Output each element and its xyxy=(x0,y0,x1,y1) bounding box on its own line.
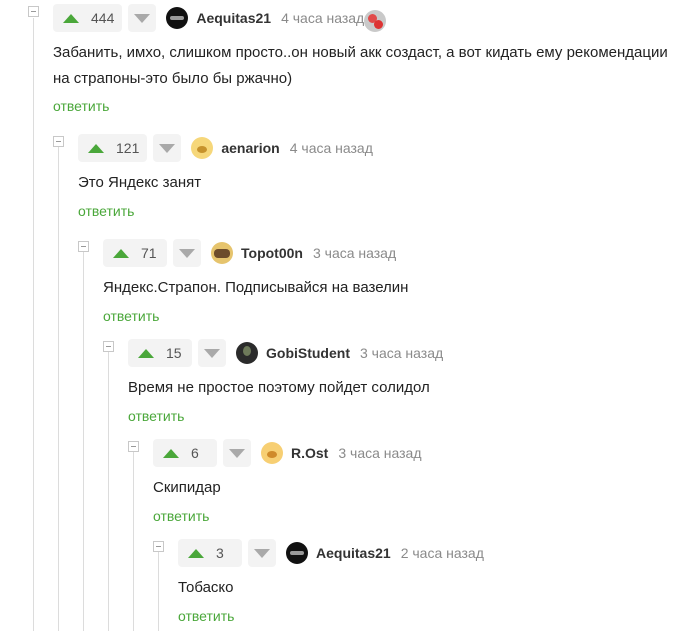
timestamp[interactable]: 3 часа назад xyxy=(338,445,421,461)
comment-text-line-1: Время не простое поэтому пойдет солидол xyxy=(128,379,430,396)
reply-link[interactable]: ответить xyxy=(178,608,234,624)
username[interactable]: Topot00n xyxy=(241,245,303,261)
collapse-icon[interactable] xyxy=(53,136,64,147)
arrow-up-icon[interactable] xyxy=(88,143,104,153)
comment-text-line-1: Это Яндекс занят xyxy=(78,174,202,191)
arrow-up-icon[interactable] xyxy=(63,13,79,23)
avatar[interactable] xyxy=(191,137,214,159)
timestamp[interactable]: 4 часа назад xyxy=(290,140,373,156)
downvote-button[interactable] xyxy=(128,4,157,32)
vote-count: 71 xyxy=(141,245,157,261)
vote-box: 71 xyxy=(103,239,167,267)
timestamp[interactable]: 3 часа назад xyxy=(313,245,396,261)
vote-count: 3 xyxy=(216,545,224,561)
username[interactable]: aenarion xyxy=(221,140,279,156)
reply-link[interactable]: ответить xyxy=(53,98,109,114)
arrow-down-icon xyxy=(179,248,195,258)
badge-icon[interactable] xyxy=(364,10,386,32)
timestamp[interactable]: 3 часа назад xyxy=(360,345,443,361)
vote-count: 444 xyxy=(91,10,115,26)
arrow-down-icon xyxy=(254,548,270,558)
thread-line-4 xyxy=(133,450,134,631)
username[interactable]: Aequitas21 xyxy=(316,545,391,561)
downvote-button[interactable] xyxy=(198,339,226,367)
downvote-button[interactable] xyxy=(173,239,201,267)
avatar[interactable] xyxy=(236,342,258,364)
vote-box: 3 xyxy=(178,539,242,567)
avatar[interactable] xyxy=(286,542,308,564)
reply-link[interactable]: ответить xyxy=(153,508,209,524)
vote-box: 15 xyxy=(128,339,192,367)
thread-line-0 xyxy=(33,18,34,631)
avatar[interactable] xyxy=(261,442,283,464)
thread-line-5 xyxy=(158,550,159,631)
downvote-button[interactable] xyxy=(223,439,251,467)
arrow-up-icon[interactable] xyxy=(163,448,179,458)
vote-box: 121 xyxy=(78,134,148,162)
vote-count: 121 xyxy=(116,140,140,156)
comment-text-line-1: Скипидар xyxy=(153,479,221,496)
vote-box: 6 xyxy=(153,439,217,467)
vote-count: 6 xyxy=(191,445,199,461)
arrow-down-icon xyxy=(204,348,220,358)
thread-line-3 xyxy=(108,350,109,631)
avatar[interactable] xyxy=(166,7,189,29)
collapse-icon[interactable] xyxy=(28,6,39,17)
arrow-up-icon[interactable] xyxy=(138,348,154,358)
arrow-down-icon xyxy=(159,143,176,153)
vote-box: 444 xyxy=(53,4,123,32)
vote-count: 15 xyxy=(166,345,182,361)
arrow-up-icon[interactable] xyxy=(113,248,129,258)
reply-link[interactable]: ответить xyxy=(128,408,184,424)
comment-text-line-1: Яндекс.Страпон. Подписывайся на вазелин xyxy=(103,279,409,296)
avatar[interactable] xyxy=(211,242,233,264)
timestamp[interactable]: 2 часа назад xyxy=(401,545,484,561)
comment-text-line-1: Забанить, имхо, слишком просто..он новый… xyxy=(53,44,668,61)
collapse-icon[interactable] xyxy=(78,241,89,252)
downvote-button[interactable] xyxy=(248,539,276,567)
timestamp[interactable]: 4 часа назад xyxy=(281,10,364,26)
comment-text-line-1: Тобаско xyxy=(178,579,234,596)
downvote-button[interactable] xyxy=(153,134,182,162)
collapse-icon[interactable] xyxy=(128,441,139,452)
collapse-icon[interactable] xyxy=(153,541,164,552)
reply-link[interactable]: ответить xyxy=(78,203,134,219)
arrow-up-icon[interactable] xyxy=(188,548,204,558)
username[interactable]: R.Ost xyxy=(291,445,328,461)
arrow-down-icon xyxy=(229,448,245,458)
username[interactable]: GobiStudent xyxy=(266,345,350,361)
collapse-icon[interactable] xyxy=(103,341,114,352)
reply-link[interactable]: ответить xyxy=(103,308,159,324)
username[interactable]: Aequitas21 xyxy=(196,10,271,26)
thread-line-2 xyxy=(83,250,84,631)
arrow-down-icon xyxy=(134,13,151,23)
comment-text-line-2: на страпоны-это было бы ржачно) xyxy=(53,70,293,87)
thread-line-1 xyxy=(58,144,59,631)
